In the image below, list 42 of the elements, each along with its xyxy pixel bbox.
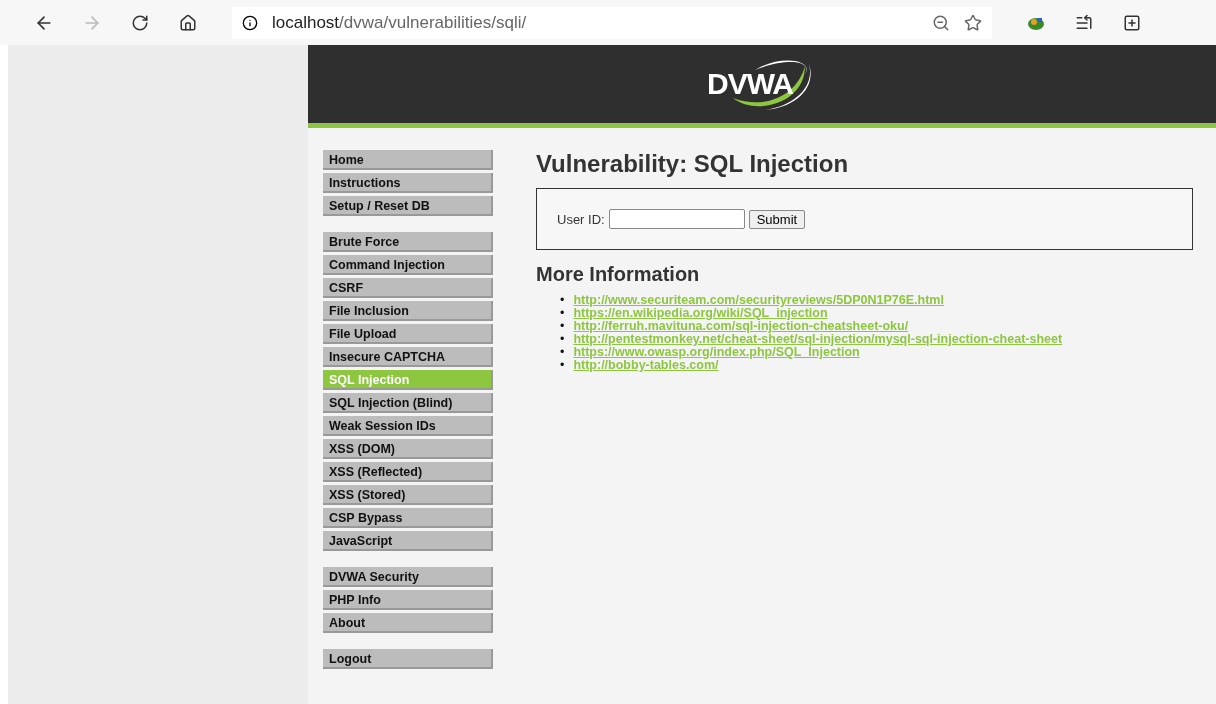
info-icon (242, 14, 258, 31)
url-path: /dvwa/vulnerabilities/sqli/ (339, 12, 527, 33)
menu-item[interactable]: Setup / Reset DB (323, 196, 493, 216)
bullet: • (560, 307, 565, 320)
bullet: • (560, 294, 565, 307)
menu-item[interactable]: Command Injection (323, 255, 493, 275)
collections-icon (1123, 13, 1141, 32)
zoom-out-icon[interactable] (932, 13, 950, 32)
menu-item[interactable]: Brute Force (323, 232, 493, 252)
star-icon[interactable] (964, 13, 982, 32)
menu-item[interactable]: DVWA Security (323, 567, 493, 587)
user-id-field[interactable] (608, 209, 745, 229)
bullet: • (560, 359, 565, 372)
section-title: More Information (536, 263, 701, 286)
bullet: • (560, 346, 565, 359)
dvwa-logo: DVWA (707, 54, 817, 114)
favorites-icon (1075, 13, 1093, 32)
field-label: User ID: (557, 211, 605, 227)
refresh-icon (131, 13, 149, 32)
menu-item[interactable]: File Inclusion (323, 301, 493, 321)
menu-item[interactable]: CSP Bypass (323, 508, 493, 528)
menu-item[interactable]: File Upload (323, 324, 493, 344)
url-host: localhost (272, 12, 340, 33)
menu-item[interactable]: Instructions (323, 173, 493, 193)
menu-item[interactable]: PHP Info (323, 590, 493, 610)
menu-item[interactable]: XSS (Stored) (323, 485, 493, 505)
menu-item[interactable]: SQL Injection (Blind) (323, 393, 493, 413)
bullet: • (560, 333, 565, 346)
menu-item[interactable]: Weak Session IDs (323, 416, 493, 436)
menu-item[interactable]: JavaScript (323, 531, 493, 551)
home-icon (179, 13, 197, 32)
menu-item[interactable]: CSRF (323, 278, 493, 298)
page-title: Vulnerability: SQL Injection (536, 150, 850, 178)
menu-item[interactable]: About (323, 613, 493, 633)
menu-item[interactable]: Home (323, 150, 493, 170)
address-bar[interactable]: localhost/dvwa/vulnerabilities/sqli/ (232, 6, 992, 39)
menu-item[interactable]: Insecure CAPTCHA (323, 347, 493, 367)
menu-item[interactable]: XSS (DOM) (323, 439, 493, 459)
bullet: • (560, 320, 565, 333)
menu-item[interactable]: XSS (Reflected) (323, 462, 493, 482)
menu-item[interactable]: Logout (323, 649, 493, 669)
submit-button[interactable]: Submit (748, 209, 806, 229)
